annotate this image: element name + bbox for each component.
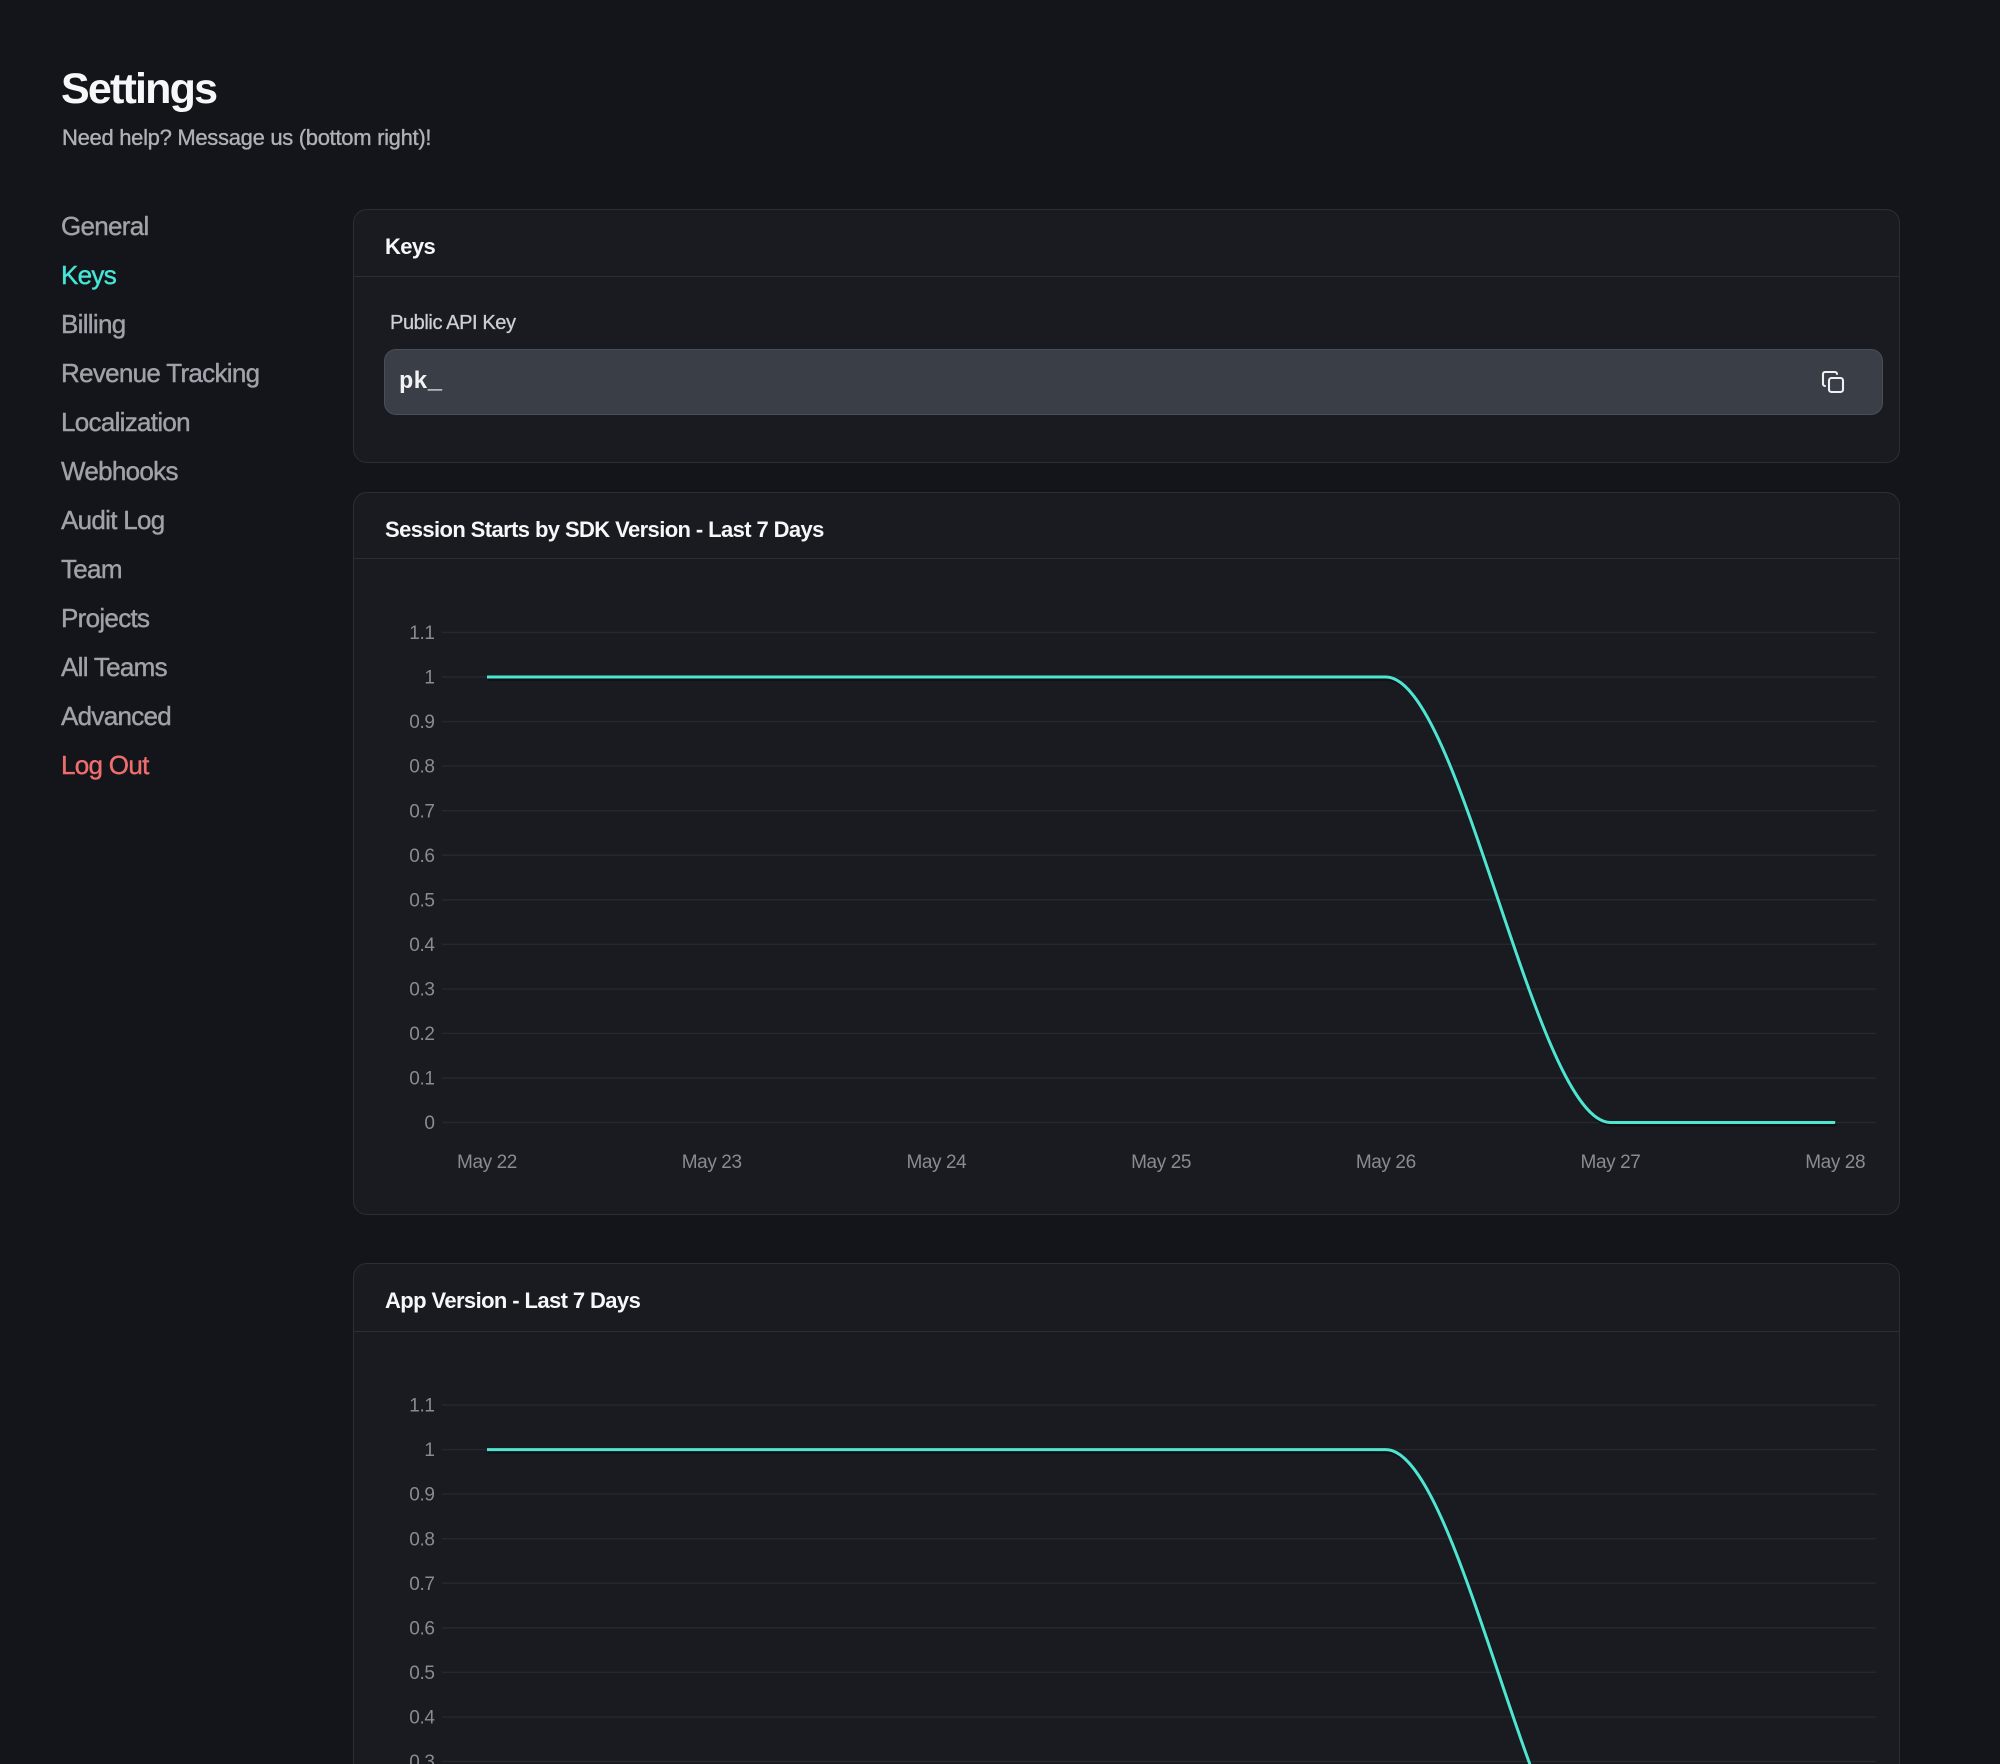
svg-text:0.3: 0.3 (409, 1752, 434, 1764)
svg-text:0.6: 0.6 (409, 1618, 434, 1639)
svg-text:0.8: 0.8 (409, 1529, 434, 1550)
svg-text:0.5: 0.5 (409, 1663, 434, 1684)
svg-text:1.1: 1.1 (409, 1396, 434, 1417)
svg-text:0.8: 0.8 (409, 757, 434, 778)
svg-text:0.4: 0.4 (409, 1708, 435, 1729)
svg-text:May 24: May 24 (906, 1152, 967, 1173)
svg-text:0.1: 0.1 (409, 1069, 434, 1090)
svg-text:0.5: 0.5 (409, 890, 434, 911)
svg-text:0.2: 0.2 (409, 1024, 434, 1045)
svg-text:0.9: 0.9 (409, 1485, 434, 1506)
svg-text:May 27: May 27 (1581, 1152, 1641, 1173)
svg-text:0.3: 0.3 (409, 980, 434, 1001)
svg-text:May 22: May 22 (457, 1152, 517, 1173)
svg-text:May 23: May 23 (682, 1152, 742, 1173)
svg-text:0: 0 (424, 1113, 434, 1134)
svg-text:0.4: 0.4 (409, 935, 435, 956)
svg-text:May 25: May 25 (1131, 1152, 1191, 1173)
svg-text:0.6: 0.6 (409, 846, 434, 867)
svg-text:0.7: 0.7 (409, 801, 434, 822)
svg-text:0.9: 0.9 (409, 712, 434, 733)
svg-text:0.7: 0.7 (409, 1574, 434, 1595)
svg-text:May 26: May 26 (1356, 1152, 1416, 1173)
svg-text:May 28: May 28 (1805, 1152, 1865, 1173)
svg-text:1.1: 1.1 (409, 623, 434, 644)
svg-text:1: 1 (424, 668, 434, 689)
svg-text:1: 1 (424, 1440, 434, 1461)
